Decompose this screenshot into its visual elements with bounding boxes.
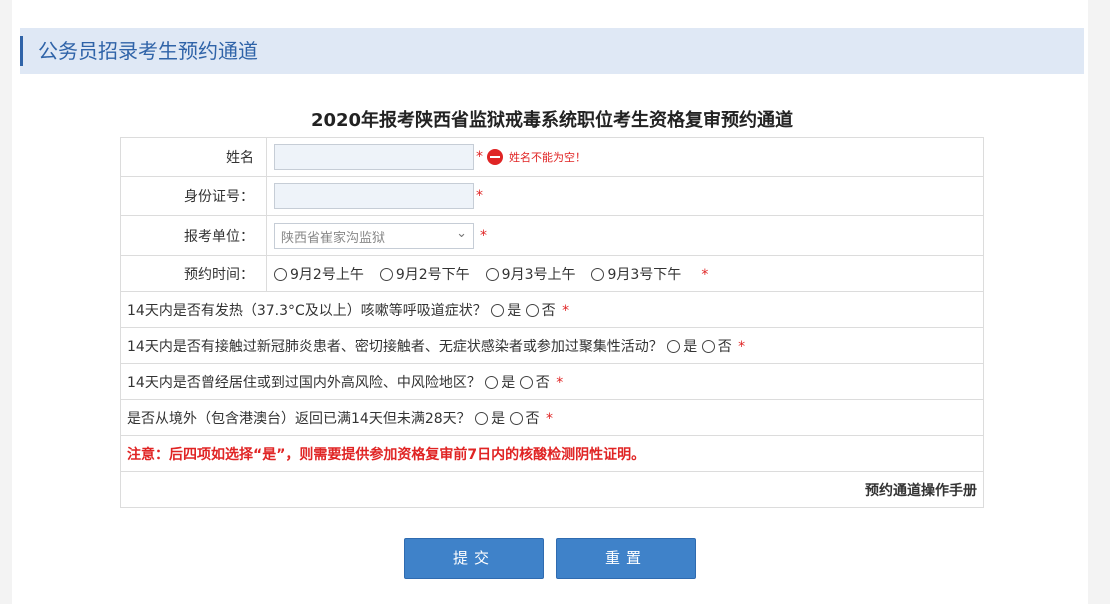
no-label: 否	[535, 374, 550, 391]
required-mark: *	[476, 188, 483, 204]
operation-manual-link[interactable]: 预约通道操作手册	[865, 483, 977, 499]
id-number-label: 身份证号：	[120, 176, 267, 216]
question-cell: 14天内是否有发热（37.3°C及以上）咳嗽等呼吸道症状？ 是 否 *	[120, 291, 984, 328]
name-row: 姓名 * 姓名不能为空！	[120, 137, 984, 177]
question-row-risk-area: 14天内是否曾经居住或到过国内外高风险、中风险地区？ 是 否 *	[120, 363, 984, 400]
time-option-0[interactable]: 9月2号上午	[274, 264, 364, 284]
question-cell: 是否从境外（包含港澳台）返回已满14天但未满28天？ 是 否 *	[120, 399, 984, 436]
radio-button[interactable]	[591, 268, 605, 281]
question-row-fever: 14天内是否有发热（37.3°C及以上）咳嗽等呼吸道症状？ 是 否 *	[120, 291, 984, 328]
appointment-time-row: 预约时间： 9月2号上午 9月2号下午 9月3号上午 9月3号下午 *	[120, 255, 984, 292]
yes-label: 是	[491, 410, 506, 427]
page: 公务员招录考生预约通道 2020年报考陕西省监狱戒毒系统职位考生资格复审预约通道…	[0, 0, 1110, 604]
header-accent	[20, 36, 23, 66]
warning-note: 注意：后四项如选择“是”，则需要提供参加资格复审前7日内的核酸检测阴性证明。	[127, 446, 646, 463]
radio-yes[interactable]	[491, 304, 505, 317]
time-option-label: 9月3号下午	[607, 266, 682, 283]
id-number-cell: *	[266, 176, 984, 216]
time-option-1[interactable]: 9月2号下午	[379, 264, 470, 284]
unit-row: 报考单位： 陕西省崔家沟监狱 ⌄ *	[120, 215, 984, 256]
reset-button[interactable]: 重置	[556, 538, 696, 579]
radio-no[interactable]	[701, 340, 715, 353]
required-mark: *	[556, 374, 564, 391]
unit-cell: 陕西省崔家沟监狱 ⌄ *	[266, 215, 984, 256]
unit-label: 报考单位：	[120, 215, 267, 256]
required-mark: *	[480, 227, 487, 244]
required-mark: *	[562, 302, 570, 319]
radio-yes[interactable]	[485, 376, 499, 389]
radio-no[interactable]	[525, 304, 539, 317]
required-mark: *	[738, 338, 746, 355]
unit-select[interactable]: 陕西省崔家沟监狱 ⌄	[274, 222, 474, 249]
question-text: 是否从境外（包含港澳台）返回已满14天但未满28天？	[127, 410, 471, 427]
required-mark: *	[701, 266, 709, 283]
question-cell: 14天内是否曾经居住或到过国内外高风险、中风险地区？ 是 否 *	[120, 363, 984, 400]
radio-no[interactable]	[519, 376, 533, 389]
page-header: 公务员招录考生预约通道	[20, 28, 1084, 74]
manual-cell: 预约通道操作手册	[120, 471, 984, 508]
radio-button[interactable]	[274, 268, 287, 281]
radio-button[interactable]	[485, 268, 499, 281]
error-icon	[487, 149, 503, 165]
radio-yes[interactable]	[667, 340, 681, 353]
manual-row: 预约通道操作手册	[120, 471, 984, 508]
time-option-label: 9月3号上午	[501, 266, 576, 283]
question-text: 14天内是否有发热（37.3°C及以上）咳嗽等呼吸道症状？	[127, 302, 487, 319]
question-cell: 14天内是否有接触过新冠肺炎患者、密切接触者、无症状感染者或参加过聚集性活动？ …	[120, 327, 984, 364]
note-row: 注意：后四项如选择“是”，则需要提供参加资格复审前7日内的核酸检测阴性证明。	[120, 435, 984, 472]
radio-button[interactable]	[379, 268, 393, 281]
question-text: 14天内是否有接触过新冠肺炎患者、密切接触者、无症状感染者或参加过聚集性活动？	[127, 338, 663, 355]
unit-selected-value: 陕西省崔家沟监狱	[281, 230, 386, 246]
question-row-overseas: 是否从境外（包含港澳台）返回已满14天但未满28天？ 是 否 *	[120, 399, 984, 436]
time-option-label: 9月2号下午	[395, 266, 470, 283]
name-input[interactable]	[274, 144, 474, 170]
right-gutter	[1088, 0, 1110, 604]
no-label: 否	[525, 410, 540, 427]
no-label: 否	[541, 302, 556, 319]
time-option-label: 9月2号上午	[290, 266, 364, 283]
name-label: 姓名	[120, 137, 267, 177]
appointment-time-label: 预约时间：	[120, 255, 267, 292]
radio-yes[interactable]	[475, 412, 489, 425]
chevron-down-icon: ⌄	[456, 225, 467, 241]
appointment-time-cell: 9月2号上午 9月2号下午 9月3号上午 9月3号下午 *	[266, 255, 984, 292]
name-error-message: 姓名不能为空！	[509, 151, 586, 164]
left-gutter	[0, 0, 12, 604]
time-option-2[interactable]: 9月3号上午	[485, 264, 576, 284]
yes-label: 是	[683, 338, 698, 355]
question-row-contact: 14天内是否有接触过新冠肺炎患者、密切接触者、无症状感染者或参加过聚集性活动？ …	[120, 327, 984, 364]
question-text: 14天内是否曾经居住或到过国内外高风险、中风险地区？	[127, 374, 481, 391]
required-mark: *	[546, 410, 553, 427]
yes-label: 是	[507, 302, 522, 319]
id-number-input[interactable]	[274, 183, 474, 209]
time-option-3[interactable]: 9月3号下午	[591, 264, 681, 284]
id-number-row: 身份证号： *	[120, 176, 984, 216]
required-mark: *	[476, 149, 483, 165]
no-label: 否	[717, 338, 732, 355]
form-title: 2020年报考陕西省监狱戒毒系统职位考生资格复审预约通道	[310, 110, 794, 131]
submit-button[interactable]: 提交	[404, 538, 544, 579]
page-title: 公务员招录考生预约通道	[38, 39, 258, 63]
yes-label: 是	[501, 374, 516, 391]
radio-no[interactable]	[509, 412, 523, 425]
note-cell: 注意：后四项如选择“是”，则需要提供参加资格复审前7日内的核酸检测阴性证明。	[120, 435, 984, 472]
appointment-form: 姓名 * 姓名不能为空！ 身份证号： * 报考单位： 陕西省崔家沟监狱 ⌄ * 预…	[120, 137, 984, 508]
name-cell: * 姓名不能为空！	[266, 137, 984, 177]
